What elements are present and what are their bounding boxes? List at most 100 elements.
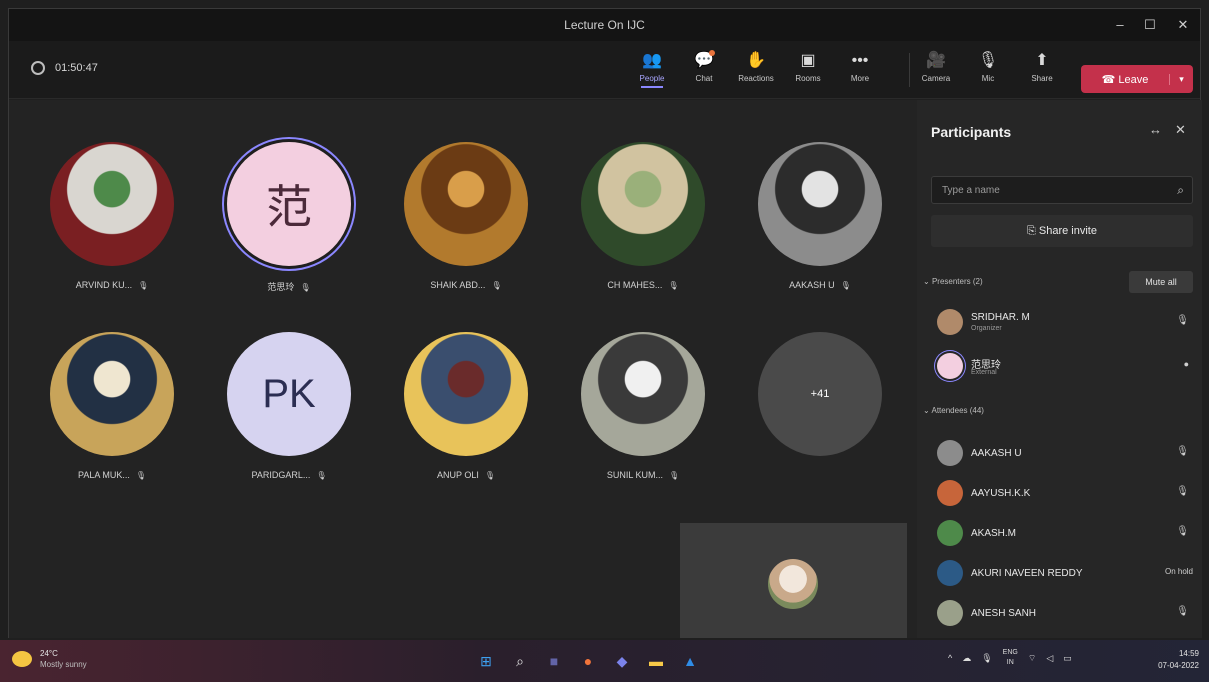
leave-label: ☎ Leave (1101, 73, 1149, 86)
mic-button[interactable]: 🎙 Mic (965, 51, 1011, 83)
language-indicator[interactable]: ENG IN (1003, 648, 1018, 668)
participant-tile[interactable]: PALA MUK... 🎙 (42, 332, 182, 480)
attendee-row[interactable]: AAYUSH.K.K 🎙 (931, 476, 1199, 510)
search-icon: ⌕ (1177, 183, 1184, 197)
participant-avatar (937, 600, 963, 626)
close-panel-icon[interactable]: ✕ (1175, 122, 1186, 138)
search-input[interactable]: Type a name ⌕ (931, 176, 1193, 204)
participant-role: Organizer (971, 325, 1002, 332)
participant-tile[interactable]: CH MAHES... 🎙 (573, 142, 713, 290)
title-bar: Lecture On IJC – ☐ ✕ (9, 9, 1200, 41)
chevron-up-icon[interactable]: ^ (948, 653, 952, 663)
self-avatar (768, 559, 818, 609)
participant-name: ANESH SANH (971, 608, 1037, 619)
toolbar-divider (909, 53, 910, 87)
participant-avatar (404, 332, 528, 456)
teams-chat-icon[interactable]: ■ (544, 651, 564, 671)
participant-avatar (758, 142, 882, 266)
popout-icon[interactable]: ↔ (1149, 122, 1162, 137)
participant-tile[interactable]: 范范思玲 🎙 (219, 142, 359, 293)
firefox-icon[interactable]: ● (578, 651, 598, 671)
self-view[interactable] (680, 523, 907, 638)
onedrive-icon[interactable]: ☁ (962, 653, 971, 664)
people-button[interactable]: 👥 People (629, 51, 675, 88)
window-title: Lecture On IJC (564, 18, 645, 32)
chevron-down-icon[interactable]: ▾ (1169, 73, 1193, 85)
close-button[interactable]: ✕ (1169, 15, 1197, 35)
teams-icon[interactable]: ◆ (612, 651, 632, 671)
attendee-row[interactable]: ANESH SANH 🎙 (931, 596, 1199, 630)
maximize-button[interactable]: ☐ (1136, 15, 1164, 35)
volume-icon[interactable]: ◁ (1046, 653, 1053, 664)
overflow-count: +41 (758, 332, 882, 456)
mic-off-icon: 🎙 (669, 471, 680, 480)
participants-panel: Participants ↔ ✕ Type a name ⌕ ⎘ Share i… (917, 100, 1202, 638)
attendee-row[interactable]: AKASH.M 🎙 (931, 516, 1199, 550)
video-gallery: +41 SUNIL KUM... 🎙 ANUP OLI 🎙 PK PARIDGARL... 🎙… (9, 100, 917, 638)
participant-avatar (581, 332, 705, 456)
participant-avatar (50, 142, 174, 266)
more-button[interactable]: ••• More (837, 51, 883, 83)
wifi-icon[interactable]: ⌔ (1028, 653, 1036, 664)
file-explorer-icon[interactable]: ▬ (646, 651, 666, 671)
participant-tile[interactable]: SHAIK ABD... 🎙 (396, 142, 536, 290)
clock-time: 14:59 (1178, 649, 1199, 658)
clock[interactable]: 14:59 07-04-2022 (1158, 648, 1199, 672)
participant-tile[interactable]: SUNIL KUM... 🎙 (573, 332, 713, 480)
presenter-row[interactable]: SRIDHAR. M Organizer 🎙 (931, 305, 1199, 339)
weather-widget[interactable]: 24°C Mostly sunny (12, 648, 87, 670)
participant-name: AAKASH U (971, 448, 1022, 459)
attendee-row[interactable]: AAKASH U 🎙 (931, 436, 1199, 470)
participant-tile[interactable]: AAKASH U 🎙 (750, 142, 890, 290)
participant-avatar (937, 560, 963, 586)
meeting-toolbar: 01:50:47 👥 People 💬 Chat ✋ Reactions ▣ R… (9, 41, 1200, 99)
mic-off-icon: 🎙 (1176, 606, 1189, 617)
mic-off-icon: 🎙 (1176, 315, 1189, 326)
people-icon: 👥 (642, 52, 662, 69)
participant-tile[interactable]: PK PARIDGARL... 🎙 (219, 332, 359, 480)
participant-name: SRIDHAR. M (971, 312, 1030, 323)
mute-all-button[interactable]: Mute all (1129, 271, 1193, 293)
participant-name: AKURI NAVEEN REDDY (971, 568, 1083, 579)
participant-avatar (937, 309, 963, 335)
participant-name: SHAIK ABD... 🎙 (430, 280, 502, 290)
share-invite-button[interactable]: ⎘ Share invite (931, 215, 1193, 247)
minimize-button[interactable]: – (1106, 15, 1134, 35)
windows-start-icon[interactable]: ⊞ (476, 651, 496, 671)
participant-name: AAYUSH.K.K (971, 488, 1031, 499)
meeting-timer: 01:50:47 (31, 61, 98, 75)
participant-name: SUNIL KUM... 🎙 (606, 470, 680, 480)
presenter-row[interactable]: 范思玲 External ● (931, 349, 1199, 383)
weather-temp: 24°C (40, 649, 58, 658)
reactions-button[interactable]: ✋ Reactions (733, 51, 779, 83)
participant-name: 范思玲 🎙 (267, 282, 311, 292)
attendees-section-header[interactable]: ⌄ Attendees (44) (923, 406, 984, 415)
mic-off-icon: 🎙 (668, 281, 679, 290)
unread-dot (709, 50, 715, 56)
participant-tile[interactable]: ARVIND KU... 🎙 (42, 142, 182, 290)
rooms-button[interactable]: ▣ Rooms (785, 51, 831, 83)
mic-off-icon: 🎙 (138, 281, 149, 290)
participant-name: CH MAHES... 🎙 (607, 280, 679, 290)
participant-name: ARVIND KU... 🎙 (75, 280, 149, 290)
chat-button[interactable]: 💬 Chat (681, 50, 727, 83)
share-invite-icon: ⎘ (1027, 225, 1036, 237)
camera-button[interactable]: 🎥 Camera (913, 51, 959, 83)
attendee-row[interactable]: AKURI NAVEEN REDDY On hold (931, 556, 1199, 590)
participant-tile[interactable]: ANUP OLI 🎙 (396, 332, 536, 480)
store-icon[interactable]: ▲ (680, 651, 700, 671)
share-button[interactable]: ⬆ Share (1019, 51, 1065, 83)
mic-off-icon: 🎙 (491, 281, 502, 290)
battery-icon[interactable]: ▭ (1063, 653, 1072, 664)
search-icon[interactable]: ⌕ (510, 651, 530, 671)
leave-button[interactable]: ☎ Leave ▾ (1081, 65, 1193, 93)
participant-avatar: 范 (227, 142, 351, 266)
mic-tray-icon[interactable]: 🎙 (981, 653, 992, 664)
participant-tile[interactable]: +41 (750, 332, 890, 456)
shield-icon (31, 61, 45, 75)
presenters-section-header[interactable]: ⌄ Presenters (2) (923, 277, 983, 286)
participant-name: AAKASH U 🎙 (789, 280, 851, 290)
mic-off-icon: 🎙 (484, 471, 495, 480)
mic-off-icon: 🎙 (300, 283, 311, 292)
participant-avatar: PK (227, 332, 351, 456)
